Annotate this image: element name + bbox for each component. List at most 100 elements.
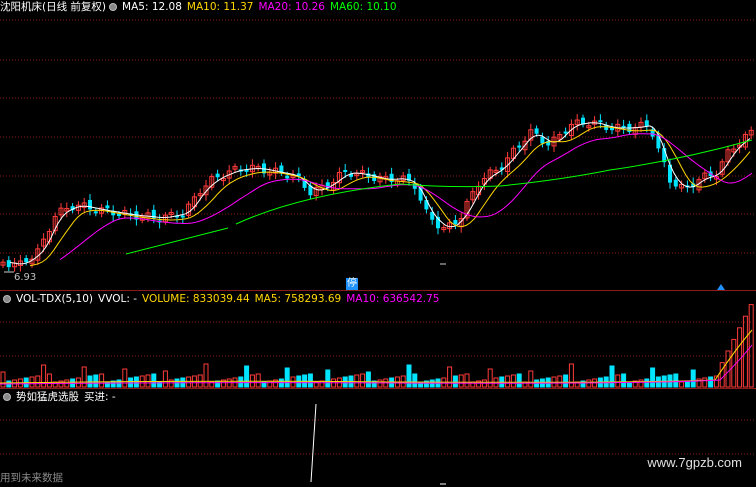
volume-bar — [29, 376, 35, 388]
candle-body — [117, 213, 121, 216]
settings-circle-icon[interactable] — [3, 393, 11, 401]
vol-ma5-readout: MA5: 758293.69 — [254, 293, 342, 305]
low-price-label: 6.93 — [14, 272, 37, 283]
volume-bar — [690, 369, 696, 388]
watermark: www.7gpzb.com — [647, 455, 742, 470]
volume-bar — [290, 376, 296, 388]
volume-bar — [365, 371, 371, 388]
volume-bar — [510, 374, 516, 388]
volume-bar — [267, 380, 273, 388]
volume-bar — [621, 373, 627, 388]
volume-bar — [406, 364, 412, 388]
volume-bar — [557, 375, 563, 388]
candle-body — [215, 173, 220, 178]
volume-bar — [238, 376, 244, 388]
settings-circle-icon[interactable] — [3, 295, 11, 303]
panel-divider-volume — [0, 388, 756, 389]
volume-bar — [464, 373, 470, 388]
candle-body — [656, 134, 661, 149]
volume-bar — [516, 373, 522, 388]
panel-divider-main — [0, 290, 756, 291]
volume-bar — [162, 370, 168, 388]
volume-bar — [99, 373, 105, 388]
volume-readout: VOLUME: 833039.44 — [142, 293, 250, 305]
indicator-legend: 势如猛虎选股 买进: - — [2, 390, 121, 404]
candle-body — [285, 175, 290, 179]
candle-body — [540, 136, 545, 144]
candle-body — [6, 260, 11, 268]
volume-bar — [615, 374, 621, 388]
volume-bar — [679, 381, 685, 388]
volume-bar — [638, 379, 644, 388]
candle-body — [598, 120, 603, 123]
volume-legend: VOL-TDX(5,10) VVOL: - VOLUME: 833039.44 MA5… — [2, 292, 444, 306]
candle-body — [180, 215, 185, 218]
volume-bar — [81, 366, 87, 388]
ma20-line — [59, 133, 753, 261]
ma5-line — [9, 122, 751, 265]
candle-body — [517, 145, 522, 148]
ma10-line — [29, 126, 751, 267]
vol-title: VOL-TDX(5,10) — [16, 293, 94, 305]
ma60-readout: MA60: 10.10 — [329, 1, 397, 13]
volume-bar — [400, 375, 406, 388]
volume-bar — [360, 373, 366, 388]
candle-body — [105, 205, 110, 209]
volume-bar — [487, 368, 493, 388]
volume-bar — [93, 374, 99, 388]
volume-bar — [46, 373, 52, 388]
volume-bar — [151, 373, 157, 388]
volume-bar — [528, 370, 534, 388]
volume-bar — [708, 376, 714, 388]
buy-readout: 买进: - — [84, 391, 116, 403]
future-data-note: 用到未来数据 — [0, 472, 63, 484]
candle-body — [563, 131, 568, 134]
volume-bar — [650, 367, 656, 388]
volume-bar — [325, 369, 331, 388]
volume-bar — [447, 366, 453, 388]
vol-ma10-line — [0, 344, 753, 385]
volume-bar — [458, 374, 464, 388]
stock-title: 沈阳机床(日线 前复权) — [0, 1, 107, 13]
volume-bar — [719, 362, 725, 388]
stock-chart[interactable] — [0, 0, 756, 487]
candle-body — [88, 199, 92, 210]
volume-bar — [377, 379, 383, 388]
suspension-badge[interactable]: 停 — [346, 278, 358, 290]
volume-bar — [702, 377, 708, 388]
volume-bar — [255, 373, 261, 388]
volume-bar — [307, 373, 313, 388]
candle-body — [673, 179, 678, 187]
volume-bar — [0, 371, 6, 388]
candle-body — [93, 211, 98, 214]
volume-bar — [684, 380, 690, 388]
candle-body — [24, 258, 29, 263]
vol-ma10-readout: MA10: 636542.75 — [346, 293, 440, 305]
volume-bar — [609, 365, 615, 388]
volume-bar — [186, 376, 192, 388]
ma20-readout: MA20: 10.26 — [258, 1, 325, 13]
volume-bar — [505, 375, 511, 388]
volume-bar — [284, 367, 290, 388]
candle-body — [534, 128, 539, 134]
settings-circle-icon[interactable] — [109, 3, 118, 11]
indicator-title: 势如猛虎选股 — [16, 391, 79, 403]
volume-bar — [354, 374, 360, 388]
volume-bar — [586, 379, 592, 388]
volume-bar — [122, 368, 128, 388]
volume-bar — [215, 380, 221, 388]
volume-bar — [412, 373, 418, 388]
volume-bar — [563, 374, 569, 388]
volume-bar — [644, 378, 650, 388]
volume-bar — [128, 377, 134, 388]
ma5-readout: MA5: 12.08 — [122, 1, 182, 13]
volume-bar — [35, 375, 41, 388]
volume-bar — [203, 363, 209, 388]
main-chart-legend: 沈阳机床(日线 前复权) MA5: 12.08 MA10: 11.37 MA20: 1… — [0, 0, 402, 14]
volume-bar — [452, 375, 458, 388]
indicator-spike — [310, 403, 317, 483]
volume-bar — [244, 365, 250, 388]
vvol-readout: VVOL: - — [98, 293, 137, 305]
ma60-line — [125, 139, 753, 255]
volume-bar — [568, 363, 574, 388]
